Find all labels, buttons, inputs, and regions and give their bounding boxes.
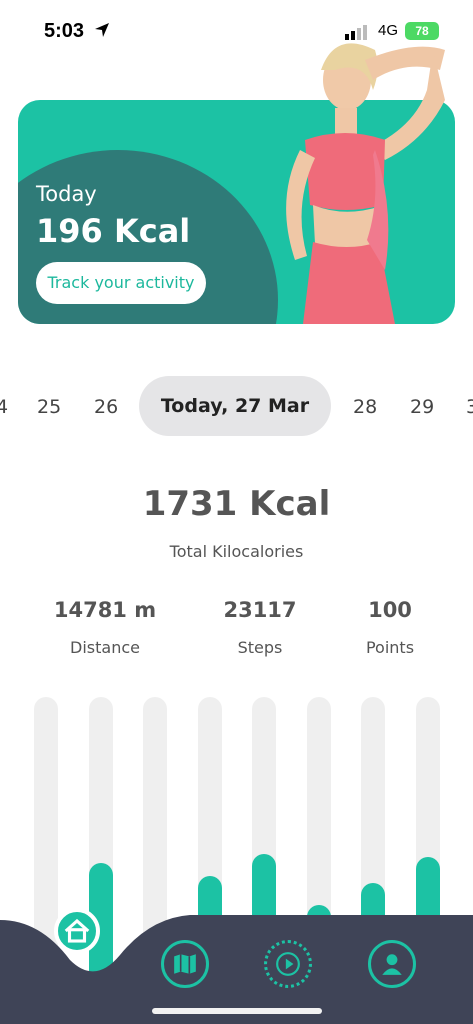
map-icon	[174, 954, 196, 974]
play-icon	[276, 952, 300, 976]
home-icon	[64, 918, 90, 943]
date-26[interactable]: 26	[94, 396, 118, 418]
home-button[interactable]	[54, 908, 100, 954]
hero-kcal-value: 196 Kcal	[36, 212, 191, 250]
date-28[interactable]: 28	[353, 396, 377, 418]
date-25[interactable]: 25	[37, 396, 61, 418]
date-today[interactable]: Today, 27 Mar	[139, 376, 331, 436]
distance-label: Distance	[70, 638, 140, 657]
steps-value: 23117	[223, 598, 297, 622]
play-button[interactable]	[264, 940, 312, 988]
location-arrow-icon	[95, 23, 109, 37]
points-value: 100	[368, 598, 412, 622]
steps-label: Steps	[237, 638, 283, 657]
fitness-woman-image	[286, 43, 445, 324]
points-label: Points	[365, 638, 415, 657]
total-kcal-label: Total Kilocalories	[169, 542, 304, 561]
profile-icon	[382, 954, 402, 975]
total-kcal-value: 1731 Kcal	[142, 484, 331, 524]
map-button[interactable]	[161, 940, 209, 988]
date-29[interactable]: 29	[410, 396, 434, 418]
distance-value: 14781 m	[53, 598, 157, 622]
hero-today-label: Today	[36, 182, 97, 206]
status-time: 5:03	[44, 20, 85, 42]
date-30[interactable]: 3	[466, 396, 473, 418]
home-indicator	[152, 1008, 322, 1014]
profile-button[interactable]	[368, 940, 416, 988]
track-activity-button[interactable]: Track your activity	[36, 262, 206, 304]
date-24[interactable]: 4	[0, 396, 8, 418]
